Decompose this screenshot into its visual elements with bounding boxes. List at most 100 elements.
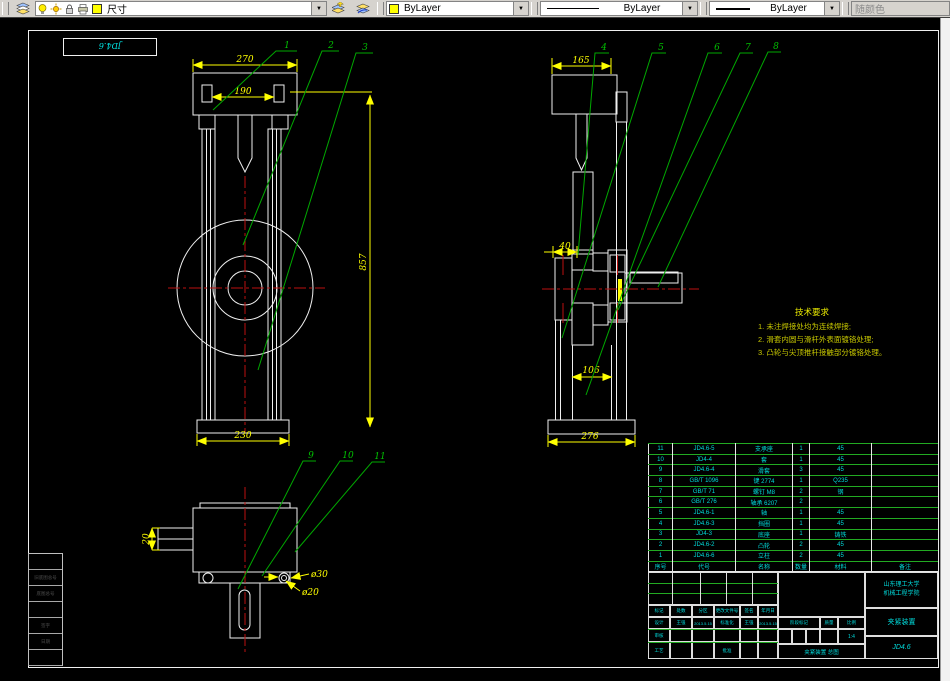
- front-view-dimensions: 270 190 230 857: [192, 55, 374, 446]
- leader-label-1: 1: [284, 41, 290, 51]
- organization-cell: 山东理工大学 机械工程学院: [865, 572, 938, 608]
- bom-cell: 1: [792, 528, 810, 540]
- bom-cell: 2: [792, 496, 810, 508]
- dim-165: 165: [572, 56, 589, 66]
- layer-dropdown-arrow[interactable]: ▼: [311, 2, 326, 15]
- lineweight-value: ByLayer: [770, 3, 807, 14]
- bom-cell: 底座: [735, 528, 793, 540]
- bom-cell: Q235: [809, 475, 872, 487]
- standardize-label: 标准化: [714, 617, 740, 629]
- lineweight-dropdown-arrow[interactable]: ▼: [824, 2, 839, 15]
- bom-cell: 代号: [672, 560, 736, 572]
- bom-row: 9 JD4.6-4 滑套 3 45: [648, 464, 939, 476]
- toolbar-grip[interactable]: [842, 2, 849, 15]
- bom-row: 5 JD4.6-1 轴 1 45: [648, 507, 939, 519]
- toolbar-grip[interactable]: [2, 2, 9, 15]
- key-section: [618, 279, 622, 301]
- toolbar-grip[interactable]: [700, 2, 707, 15]
- bom-cell: 备注: [871, 560, 939, 572]
- design-name: 王强: [670, 617, 692, 629]
- top-view: [157, 487, 298, 653]
- bom-cell: 钢: [809, 485, 872, 497]
- scale-value: 1:4: [838, 629, 865, 644]
- revision-area: [648, 572, 778, 605]
- bom-cell: 45: [809, 443, 872, 455]
- binding-strip-row: 底图总号: [29, 586, 62, 602]
- lock-icon: [64, 3, 75, 15]
- toolbar-grip[interactable]: [377, 2, 384, 15]
- bom-cell: 轴: [735, 507, 793, 519]
- bom-cell: 7: [648, 485, 673, 497]
- front-view: [168, 72, 325, 434]
- process-label: 工艺: [648, 642, 670, 659]
- leader-label-10: 10: [342, 451, 354, 461]
- linetype-dropdown-arrow[interactable]: ▼: [682, 2, 697, 15]
- bom-cell: [871, 507, 939, 519]
- leader-label-7: 7: [745, 43, 751, 53]
- bom-cell: 序号: [648, 560, 673, 572]
- bom-cell: 挡圈: [735, 517, 793, 529]
- toolbar-grip[interactable]: [531, 2, 538, 15]
- mark-label: 标记: [648, 605, 670, 617]
- bom-cell: [871, 549, 939, 562]
- bom-cell: 45: [809, 507, 872, 519]
- layer-manager-button[interactable]: [12, 1, 34, 16]
- bom-cell: 名称: [735, 560, 793, 572]
- lineweight-select[interactable]: ByLayer ▼: [709, 1, 840, 16]
- bom-cell: 套: [735, 453, 793, 465]
- bom-row: 6 GB/T 276 轴承 6207 2: [648, 496, 939, 508]
- side-view: [542, 74, 699, 435]
- mass-label: 质量: [820, 617, 838, 629]
- bom-cell: [871, 539, 939, 551]
- standardize-name: 王强: [740, 617, 758, 629]
- sheet-title: 夹紧装置 总图: [778, 644, 865, 659]
- top-view-leaders: 9 10 11: [237, 451, 386, 590]
- bom-cell: 45: [809, 517, 872, 529]
- bom-row: 4 JD4.6-3 挡圈 1 45: [648, 517, 939, 529]
- standardize-date: 2013.5.15: [758, 617, 778, 629]
- stamp-area: [778, 572, 865, 617]
- leader-label-11: 11: [374, 452, 385, 462]
- dim-40: 40: [558, 242, 571, 252]
- binding-strip-row: [29, 650, 62, 666]
- bom-row: 1 JD4.6-6 立柱 2 45: [648, 549, 939, 562]
- layer-select[interactable]: 尺寸 ▼: [35, 1, 327, 16]
- bom-row: 7 GB/T 71 螺钉 M8 2 钢: [648, 485, 939, 497]
- color-value: ByLayer: [404, 3, 441, 14]
- parts-list-table: 11 JD4.6-5 支承座 1 45 10 JD4-4 套 1 45 9 JD4.6-4 滑套 3 45 8…: [648, 443, 939, 573]
- bom-cell: [871, 485, 939, 497]
- layer-previous-button[interactable]: [352, 1, 374, 16]
- color-dropdown-arrow[interactable]: ▼: [513, 2, 528, 15]
- bom-cell: 数量: [792, 560, 810, 572]
- tech-req-item: 3. 凸轮与尖顶推杆接触部分镀铬处理。: [758, 347, 886, 357]
- tech-req-item: 1. 未注焊接处均为连续焊接;: [758, 321, 851, 331]
- dim-190: 190: [234, 87, 251, 97]
- dim-106: 106: [582, 366, 599, 376]
- bom-cell: JD4.6-3: [672, 517, 736, 529]
- bom-cell: 1: [792, 475, 810, 487]
- bom-cell: 45: [809, 453, 872, 465]
- binding-strip-row: 日期: [29, 634, 62, 650]
- color-select[interactable]: ByLayer ▼: [386, 1, 529, 16]
- plotstyle-value: 随颜色: [855, 5, 885, 16]
- bom-cell: 1: [792, 453, 810, 465]
- product-name-cell: 夹紧装置: [865, 608, 938, 636]
- vertical-scrollbar[interactable]: [940, 17, 950, 681]
- make-object-layer-current-button[interactable]: [328, 1, 350, 16]
- dim-20: 20: [142, 533, 152, 546]
- bom-row: 11 JD4.6-5 支承座 1 45: [648, 443, 939, 455]
- bom-cell: 8: [648, 475, 673, 487]
- bom-cell: 45: [809, 539, 872, 551]
- scale-label: 比例: [838, 617, 865, 629]
- org-line-1: 山东理工大学: [883, 582, 920, 588]
- linetype-select[interactable]: ByLayer ▼: [540, 1, 698, 16]
- binding-strip: 旧底图总号 底图总号 签字 日期: [28, 553, 63, 666]
- bom-cell: 3: [648, 528, 673, 540]
- dim-857: 857: [359, 253, 369, 270]
- bom-cell: JD4.6-1: [672, 507, 736, 519]
- design-label: 设计: [648, 617, 670, 629]
- binding-strip-row: 签字: [29, 618, 62, 634]
- layer-color-chip: [92, 3, 102, 14]
- bom-cell: 2: [648, 539, 673, 551]
- corner-drawing-code: JD4.6: [99, 41, 123, 50]
